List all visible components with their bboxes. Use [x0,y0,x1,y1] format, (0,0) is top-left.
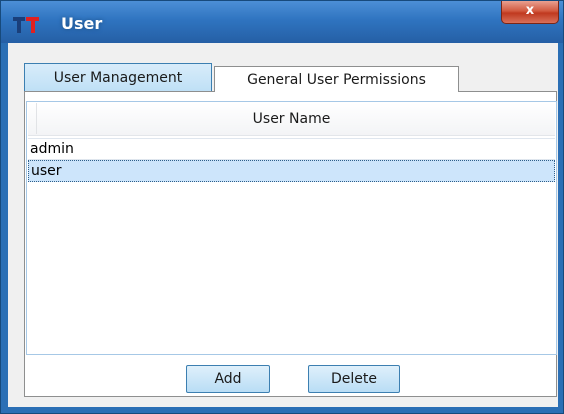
user-list[interactable]: User Name admin user [26,101,557,355]
window-title: User [61,14,103,33]
user-dialog-window: User x User Management General User Perm… [0,0,564,414]
close-button[interactable]: x [501,1,559,24]
tab-general-user-permissions[interactable]: General User Permissions [214,66,459,92]
table-row[interactable]: admin [28,138,555,160]
user-name-cell: admin [30,141,74,157]
delete-button[interactable]: Delete [308,365,400,393]
tab-user-management[interactable]: User Management [24,63,212,91]
tab-label: General User Permissions [247,71,426,88]
column-header-user-name[interactable]: User Name [28,103,555,136]
title-bar[interactable]: User x [1,1,563,43]
tt-logo-icon [13,17,39,33]
table-row-selected[interactable]: user [28,160,555,182]
add-button[interactable]: Add [186,365,270,393]
tab-label: User Management [53,69,183,86]
column-header-label: User Name [252,111,331,127]
close-icon: x [525,3,535,18]
user-name-cell: user [31,163,62,179]
dialog-client-area: User Management General User Permissions… [8,43,558,407]
